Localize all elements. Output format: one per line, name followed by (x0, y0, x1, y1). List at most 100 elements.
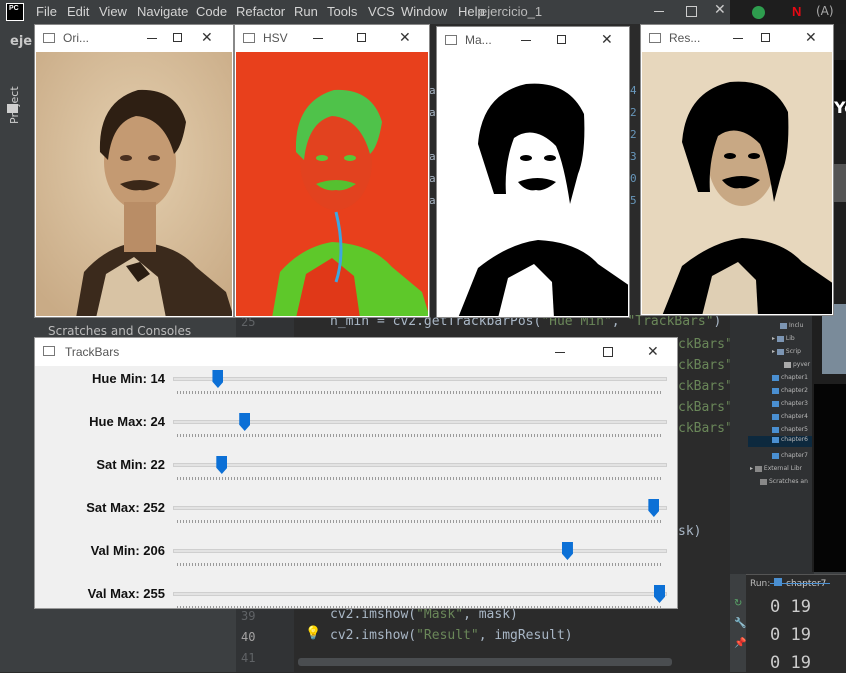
result-window[interactable]: Res... ✕ (640, 24, 834, 316)
dark-area (814, 384, 846, 572)
tree-item[interactable]: chapter2 (772, 387, 808, 394)
trackbar-groove[interactable] (173, 549, 667, 553)
close-icon[interactable]: ✕ (399, 29, 411, 46)
tree-item[interactable]: chapter1 (772, 374, 808, 381)
window-icon (445, 35, 457, 45)
close-icon[interactable]: ✕ (201, 29, 213, 46)
minimize-icon[interactable] (555, 352, 565, 353)
close-icon[interactable]: ✕ (601, 31, 613, 48)
ide-maximize-icon[interactable] (686, 6, 697, 17)
menu-run[interactable]: Run (294, 4, 318, 19)
line-number: 41 (241, 651, 256, 665)
trackbar-ticks (177, 477, 663, 480)
line-number: 39 (241, 609, 256, 623)
audio-icon: (A) (816, 4, 834, 18)
lightbulb-icon[interactable]: 💡 (305, 626, 321, 641)
code-fragment: 0 (630, 172, 637, 185)
code-fragment: 2 (630, 106, 637, 119)
maximize-icon[interactable] (761, 33, 770, 42)
tree-item[interactable]: Scratches an (760, 478, 808, 485)
ide-close-icon[interactable]: ✕ (714, 2, 726, 18)
tree-item[interactable]: pyver (784, 361, 810, 368)
maximize-icon[interactable] (173, 33, 182, 42)
code-fragment: 5 (630, 194, 637, 207)
trackbar-ticks (177, 520, 663, 523)
maximize-icon[interactable] (357, 33, 366, 42)
ide-menubar: PC File Edit View Navigate Code Refactor… (0, 0, 730, 24)
horizontal-scrollbar[interactable] (298, 658, 672, 666)
minimize-icon[interactable] (147, 38, 157, 39)
trackbar-groove[interactable] (173, 592, 667, 596)
tree-item[interactable]: ▸ External Libr (750, 465, 802, 472)
menu-view[interactable]: View (99, 4, 127, 19)
menu-window[interactable]: Window (401, 4, 447, 19)
ide-project-title: ejercicio_1 (480, 4, 543, 19)
mask-titlebar[interactable]: Ma... ✕ (437, 27, 629, 53)
run-output-line: 0 19 (770, 625, 811, 645)
minimize-icon[interactable] (733, 38, 743, 39)
scratches-and-consoles[interactable]: Scratches and Consoles (48, 324, 191, 338)
menu-refactor[interactable]: Refactor (236, 4, 285, 19)
trackbar-ticks (177, 391, 663, 394)
trackbars-titlebar[interactable]: TrackBars ✕ (35, 338, 677, 366)
tree-item[interactable]: chapter3 (772, 400, 808, 407)
netflix-icon: N (792, 4, 802, 19)
pycharm-logo-icon: PC (6, 3, 24, 21)
maximize-icon[interactable] (603, 347, 613, 357)
app-icon (752, 6, 765, 19)
maximize-icon[interactable] (557, 35, 566, 44)
menu-edit[interactable]: Edit (67, 4, 89, 19)
tree-item[interactable]: ▸ Scrip (772, 348, 801, 355)
trackbars-window[interactable]: TrackBars ✕ Hue Min: 14 Hue Max: 24 Sat Mi… (34, 337, 678, 609)
trackbar-label: Hue Min: 14 (92, 371, 165, 386)
code-fragment: 4 (630, 84, 637, 97)
trackbar-thumb[interactable] (212, 370, 224, 388)
tree-item-selected[interactable]: chapter6 (748, 436, 812, 447)
pin-icon[interactable]: 📌 (734, 638, 746, 649)
trackbar-ticks (177, 563, 663, 566)
trackbar-groove[interactable] (173, 463, 667, 467)
tree-item[interactable]: Inclu (780, 322, 803, 329)
folder-icon (7, 104, 18, 113)
trackbar-thumb[interactable] (561, 542, 573, 560)
tree-item[interactable]: ▸ Lib (772, 335, 795, 342)
window-icon (43, 346, 55, 356)
trackbar-label: Sat Min: 22 (96, 457, 165, 472)
trackbar-thumb[interactable] (648, 499, 660, 517)
tree-item[interactable]: chapter5 (772, 426, 808, 433)
trackbar-thumb[interactable] (216, 456, 228, 474)
tree-item[interactable]: chapter4 (772, 413, 808, 420)
portrait-result (642, 52, 832, 314)
mask-window-title: Ma... (465, 33, 492, 47)
menu-code[interactable]: Code (196, 4, 227, 19)
window-icon (43, 33, 55, 43)
menu-file[interactable]: File (36, 4, 57, 19)
minimize-icon[interactable] (313, 38, 323, 39)
wrench-icon[interactable]: 🔧 (734, 618, 746, 629)
menu-navigate[interactable]: Navigate (137, 4, 188, 19)
close-icon[interactable]: ✕ (647, 343, 659, 360)
trackbar-list: Hue Min: 14 Hue Max: 24 Sat Min: 22 Sat Max… (35, 366, 677, 609)
trackbar-groove[interactable] (173, 506, 667, 510)
trackbar-thumb[interactable] (239, 413, 251, 431)
hsv-image (236, 52, 428, 316)
close-icon[interactable]: ✕ (805, 29, 817, 46)
code-line-39: cv2.imshow("Mask", mask) (330, 607, 518, 622)
rerun-icon[interactable]: ↻ (734, 598, 742, 609)
mask-window[interactable]: Ma... ✕ (436, 26, 630, 318)
run-output-line: 0 19 (770, 597, 811, 617)
trackbar-groove[interactable] (173, 377, 667, 381)
original-titlebar[interactable]: Ori... ✕ (35, 25, 233, 51)
menu-vcs[interactable]: VCS (368, 4, 395, 19)
original-window[interactable]: Ori... ✕ (34, 24, 234, 318)
hsv-titlebar[interactable]: HSV ✕ (235, 25, 429, 51)
result-titlebar[interactable]: Res... ✕ (641, 25, 833, 51)
minimize-icon[interactable] (521, 40, 531, 41)
run-tab-chapter7[interactable]: chapter7 (786, 579, 826, 589)
trackbar-thumb[interactable] (654, 585, 665, 603)
tree-item[interactable]: chapter7 (772, 452, 808, 459)
hsv-window[interactable]: HSV ✕ (234, 24, 430, 318)
menu-tools[interactable]: Tools (327, 4, 357, 19)
youtube-text: Yo (834, 98, 846, 117)
ide-minimize-icon[interactable] (654, 11, 664, 12)
